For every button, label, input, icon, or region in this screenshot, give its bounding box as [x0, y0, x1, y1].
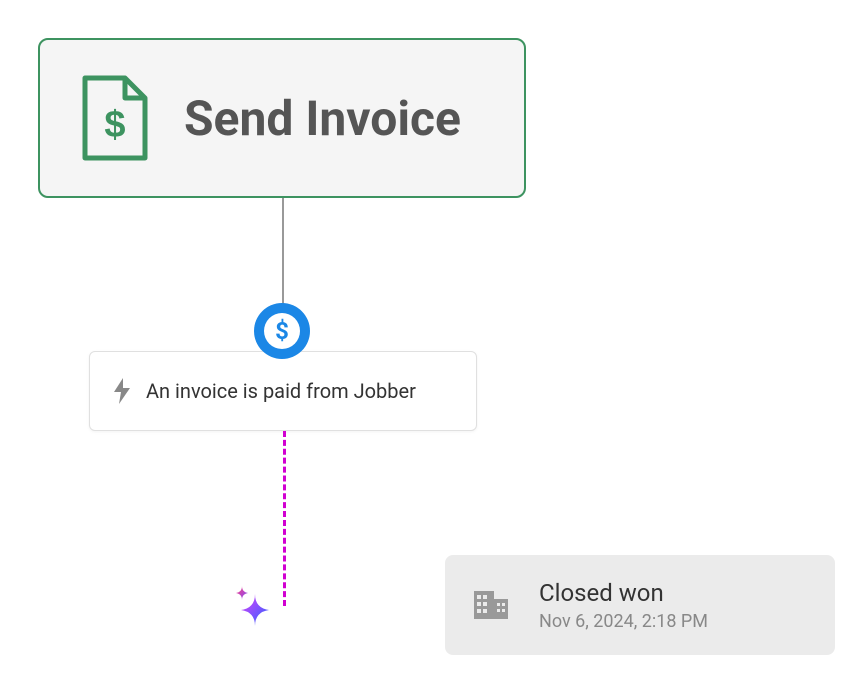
sparkle-icon	[229, 584, 275, 630]
dollar-badge-icon: $	[254, 303, 310, 359]
invoice-dollar-icon: $	[80, 73, 150, 163]
building-icon	[471, 585, 511, 625]
connector-line	[282, 198, 284, 306]
trigger-card[interactable]: An invoice is paid from Jobber	[89, 351, 477, 431]
svg-text:$: $	[104, 104, 125, 146]
bolt-icon	[112, 378, 132, 404]
closed-won-date: Nov 6, 2024, 2:18 PM	[539, 611, 708, 632]
closed-won-title: Closed won	[539, 579, 708, 607]
dashed-connector-vertical	[283, 431, 286, 606]
trigger-text: An invoice is paid from Jobber	[146, 379, 416, 403]
send-invoice-card[interactable]: $ Send Invoice	[38, 38, 526, 198]
closed-won-card[interactable]: Closed won Nov 6, 2024, 2:18 PM	[445, 555, 835, 655]
send-invoice-title: Send Invoice	[184, 90, 461, 147]
